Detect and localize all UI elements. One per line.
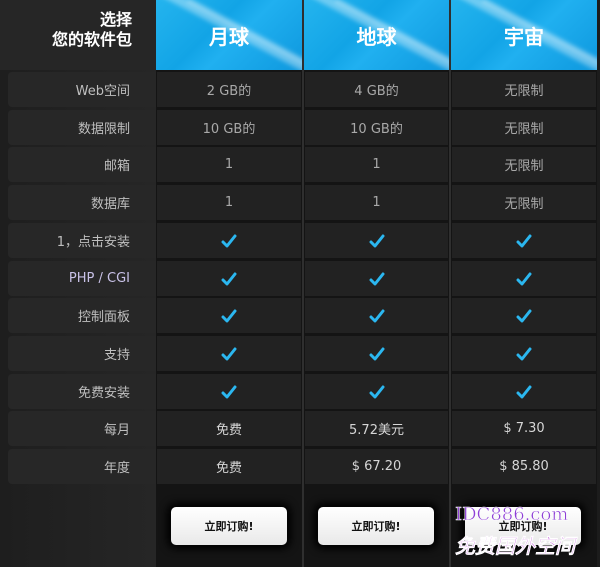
- check-icon: [305, 298, 448, 333]
- plan-name-earth: 地球: [356, 24, 397, 49]
- column-divider: [302, 0, 304, 567]
- check-icon: [157, 298, 301, 333]
- check-icon: [305, 223, 448, 258]
- feature-label: 数据库: [8, 185, 156, 220]
- feature-label: Web空间: [8, 72, 156, 107]
- feature-label: 控制面板: [8, 298, 156, 333]
- check-icon: [157, 374, 301, 409]
- plan-column-earth: 地球 4 GB的 10 GB的 1 1 5.72美元 $ 67.20: [304, 0, 449, 567]
- plan-value-universe: 无限制: [452, 185, 596, 220]
- pricing-table: 选择 您的软件包 Web空间 数据限制 邮箱 数据库 1，点击安装 PHP / CGI 控制…: [0, 0, 600, 567]
- title-line-1: 选择: [99, 10, 132, 29]
- choose-package-title: 选择 您的软件包: [0, 0, 156, 70]
- check-icon: [452, 336, 596, 371]
- check-icon: [305, 261, 448, 296]
- plan-value-universe: $ 85.80: [452, 449, 596, 484]
- plan-value-moon: 1: [157, 185, 301, 220]
- feature-label: 1，点击安装: [8, 223, 156, 258]
- check-icon: [452, 261, 596, 296]
- plan-header-moon: 月球: [156, 0, 302, 70]
- order-button-moon[interactable]: 立即订购!: [171, 507, 287, 545]
- check-icon: [305, 374, 448, 409]
- column-divider: [449, 0, 451, 567]
- check-icon: [305, 336, 448, 371]
- check-icon: [157, 336, 301, 371]
- feature-label: 数据限制: [8, 110, 156, 145]
- plan-value-earth: 1: [305, 147, 448, 182]
- plan-value-earth: 5.72美元: [305, 411, 448, 446]
- plan-column-universe: 宇宙 无限制 无限制 无限制 无限制 $ 7.30 $ 85.80: [451, 0, 597, 567]
- plan-value-earth: 10 GB的: [305, 110, 448, 145]
- plan-value-earth: 1: [305, 185, 448, 220]
- plan-header-earth: 地球: [304, 0, 449, 70]
- check-icon: [157, 261, 301, 296]
- order-button-earth[interactable]: 立即订购!: [318, 507, 434, 545]
- plan-value-moon: 10 GB的: [157, 110, 301, 145]
- feature-label: 邮箱: [8, 147, 156, 182]
- plan-header-universe: 宇宙: [451, 0, 597, 70]
- plan-value-moon: 免费: [157, 411, 301, 446]
- plan-value-universe: 无限制: [452, 72, 596, 107]
- plan-name-universe: 宇宙: [504, 24, 544, 49]
- check-icon: [452, 374, 596, 409]
- plan-value-moon: 2 GB的: [157, 72, 301, 107]
- plan-value-earth: 4 GB的: [305, 72, 448, 107]
- feature-label: 每月: [8, 411, 156, 446]
- plan-value-universe: 无限制: [452, 110, 596, 145]
- feature-label: 年度: [8, 449, 156, 484]
- watermark-site: IDC886.com: [455, 504, 569, 526]
- watermark-tagline: 免费国外空间: [455, 534, 576, 559]
- plan-value-earth: $ 67.20: [305, 449, 448, 484]
- check-icon: [452, 298, 596, 333]
- plan-column-moon: 月球 2 GB的 10 GB的 1 1 免费 免费: [156, 0, 302, 567]
- feature-label: PHP / CGI: [8, 261, 156, 296]
- feature-label: 支持: [8, 336, 156, 371]
- plan-value-universe: 无限制: [452, 147, 596, 182]
- feature-label: 免费安装: [8, 374, 156, 409]
- plan-name-moon: 月球: [209, 24, 249, 49]
- title-line-2: 您的软件包: [51, 30, 132, 49]
- plan-value-universe: $ 7.30: [452, 411, 596, 446]
- plan-value-moon: 免费: [157, 449, 301, 484]
- check-icon: [157, 223, 301, 258]
- check-icon: [452, 223, 596, 258]
- plan-value-moon: 1: [157, 147, 301, 182]
